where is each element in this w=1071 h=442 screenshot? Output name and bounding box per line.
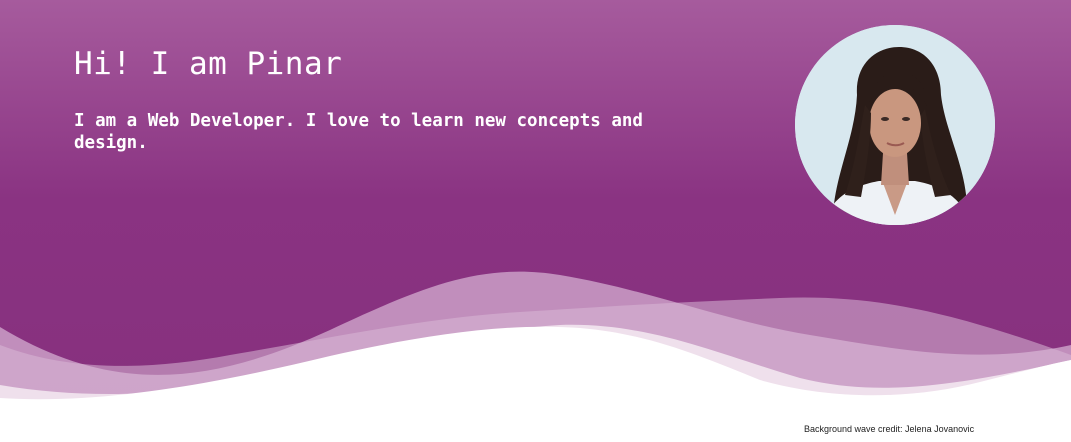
wave-credit: Background wave credit: Jelena Jovanovic (804, 424, 975, 434)
hero-tagline: I am a Web Developer. I love to learn ne… (74, 111, 643, 153)
avatar (795, 25, 995, 225)
profile-photo (795, 25, 995, 225)
hero-section: Hi! I am Pinar I am a Web Developer. I l… (0, 0, 1071, 442)
hero-title: Hi! I am Pinar (74, 46, 343, 82)
